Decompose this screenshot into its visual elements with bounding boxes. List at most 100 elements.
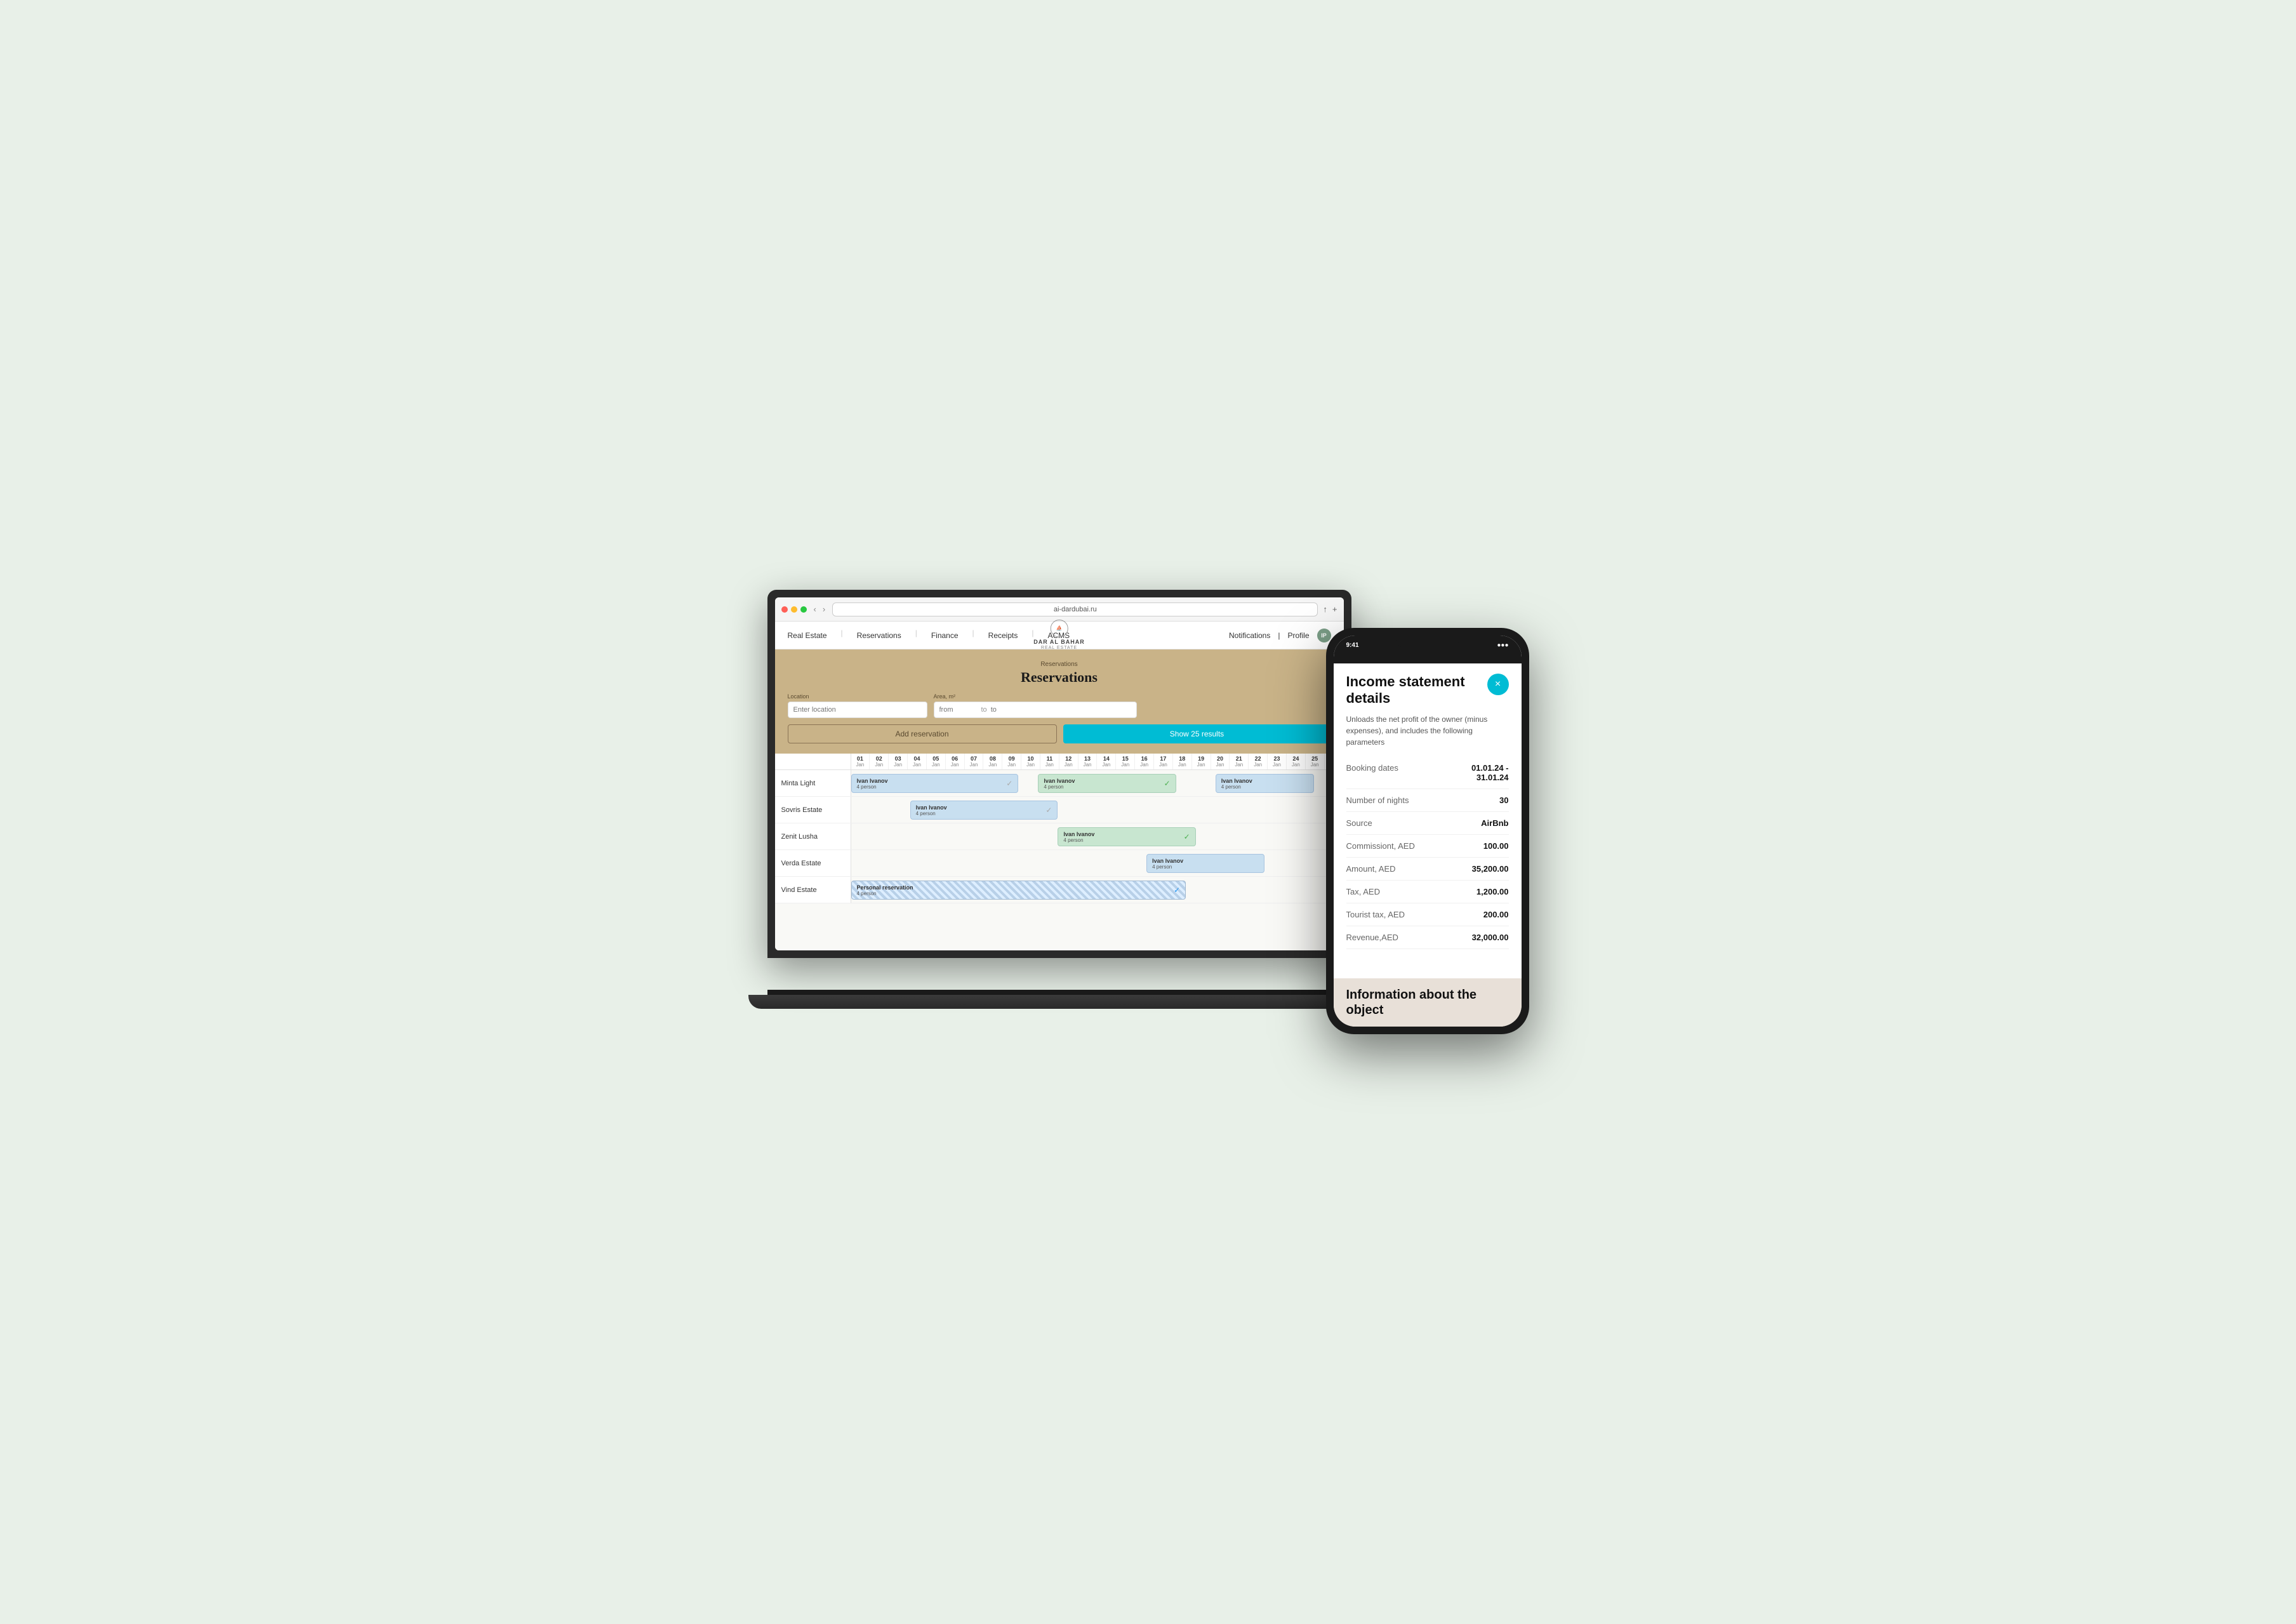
address-bar[interactable]: ai-dardubai.ru — [832, 602, 1318, 616]
add-reservation-button[interactable]: Add reservation — [788, 724, 1057, 743]
modal-description: Unloads the net profit of the owner (min… — [1346, 714, 1509, 748]
day-column: 13Jan — [1078, 754, 1098, 769]
day-month: Jan — [1079, 762, 1096, 768]
source-value: AirBnb — [1481, 818, 1508, 828]
day-column: 06Jan — [946, 754, 965, 769]
day-month: Jan — [1249, 762, 1266, 768]
reservation-block[interactable]: Ivan Ivanov 4 person ✓ — [1038, 774, 1176, 793]
nav-reservations[interactable]: Reservations — [857, 629, 901, 642]
booking-dates-label: Booking dates — [1346, 763, 1471, 773]
nav-real-estate[interactable]: Real Estate — [788, 629, 827, 642]
day-column: 23Jan — [1268, 754, 1287, 769]
page-title: Reservations — [788, 669, 1331, 686]
day-month: Jan — [870, 762, 887, 768]
day-column: 04Jan — [908, 754, 927, 769]
day-month: Jan — [1060, 762, 1077, 768]
reservation-block[interactable]: Ivan Ivanov 4 person ✓ — [851, 774, 1019, 793]
phone-content: Income statement details × Unloads the n… — [1334, 663, 1522, 978]
table-row: Verda Estate Ivan Ivanov 4 person — [775, 850, 1344, 877]
filter-row: Location Area, m² to — [788, 693, 1331, 718]
table-row: Vind Estate Personal reservation 4 perso… — [775, 877, 1344, 903]
calendar-section: 01Jan02Jan03Jan04Jan05Jan06Jan07Jan08Jan… — [775, 754, 1344, 950]
area-divider: to — [981, 706, 987, 714]
day-number: 16 — [1136, 755, 1153, 762]
modal-row-nights: Number of nights 30 — [1346, 789, 1509, 812]
day-number: 12 — [1060, 755, 1077, 762]
nights-label: Number of nights — [1346, 795, 1500, 805]
fullscreen-button-icon[interactable] — [800, 606, 807, 613]
timeline-minta-light: Ivan Ivanov 4 person ✓ Ivan Ivanov 4 per… — [851, 770, 1344, 796]
area-to-input[interactable] — [991, 706, 1029, 714]
minimize-button-icon[interactable] — [791, 606, 797, 613]
day-number: 05 — [927, 755, 945, 762]
reservation-block[interactable]: Ivan Ivanov 4 person — [1216, 774, 1314, 793]
day-month: Jan — [1003, 762, 1020, 768]
close-button-icon[interactable] — [781, 606, 788, 613]
browser-nav: ‹ › — [812, 604, 828, 614]
day-column: 01Jan — [851, 754, 870, 769]
day-month: Jan — [946, 762, 964, 768]
share-icon[interactable]: ↑ — [1323, 604, 1327, 614]
reservation-block[interactable]: Ivan Ivanov 4 person ✓ — [1058, 827, 1195, 846]
logo-sub: REAL ESTATE — [1033, 646, 1085, 651]
check-icon: ✓ — [1045, 806, 1052, 815]
reservation-persons: 4 person — [857, 891, 913, 896]
nav-divider-1: | — [841, 629, 843, 642]
area-from-input[interactable] — [939, 706, 978, 714]
day-month: Jan — [1287, 762, 1304, 768]
phone-status-bar: 9:41 ●●● — [1334, 636, 1522, 663]
day-column: 19Jan — [1192, 754, 1211, 769]
reservation-persons: 4 person — [857, 784, 888, 790]
back-icon[interactable]: ‹ — [812, 604, 818, 614]
laptop-screen: ‹ › ai-dardubai.ru ↑ + Real Estate — [775, 597, 1344, 950]
calendar-header: 01Jan02Jan03Jan04Jan05Jan06Jan07Jan08Jan… — [775, 754, 1344, 770]
day-month: Jan — [1098, 762, 1115, 768]
tourist-tax-label: Tourist tax, AED — [1346, 910, 1483, 919]
day-column: 15Jan — [1116, 754, 1135, 769]
phone: 9:41 ●●● Income statement details × Unlo… — [1326, 628, 1529, 1034]
day-month: Jan — [927, 762, 945, 768]
avatar[interactable]: IP — [1317, 629, 1331, 642]
day-number: 20 — [1212, 755, 1229, 762]
app-logo: ⛵ DAR AL BAHAR REAL ESTATE — [1033, 620, 1085, 651]
day-number: 07 — [966, 755, 983, 762]
reservation-block[interactable]: Personal reservation 4 person ✓ — [851, 881, 1186, 900]
forward-icon[interactable]: › — [821, 604, 827, 614]
modal-row-revenue: Revenue,AED 32,000.00 — [1346, 926, 1509, 949]
commission-value: 100.00 — [1483, 841, 1509, 851]
modal-close-button[interactable]: × — [1487, 674, 1509, 695]
bottom-section-title: Information about the object — [1346, 987, 1509, 1018]
reservation-block[interactable]: Ivan Ivanov 4 person — [1146, 854, 1264, 873]
amount-label: Amount, AED — [1346, 864, 1472, 874]
modal-row-tourist-tax: Tourist tax, AED 200.00 — [1346, 903, 1509, 926]
day-month: Jan — [889, 762, 906, 768]
day-number: 10 — [1022, 755, 1039, 762]
day-column: 24Jan — [1287, 754, 1306, 769]
nav-receipts[interactable]: Receipts — [988, 629, 1018, 642]
reservation-name: Ivan Ivanov — [1044, 778, 1075, 784]
location-input[interactable] — [788, 702, 927, 718]
new-tab-icon[interactable]: + — [1332, 604, 1337, 614]
timeline-zenit-lusha: Ivan Ivanov 4 person ✓ — [851, 823, 1344, 849]
day-month: Jan — [1174, 762, 1191, 768]
nights-value: 30 — [1499, 795, 1508, 805]
reservation-persons: 4 person — [916, 811, 947, 816]
day-column: 18Jan — [1173, 754, 1192, 769]
profile-link[interactable]: Profile — [1287, 631, 1309, 640]
area-label: Area, m² — [934, 693, 1137, 700]
property-name: Sovris Estate — [775, 797, 851, 823]
app-nav: Real Estate | Reservations | Finance | R… — [775, 622, 1344, 649]
property-header — [775, 754, 851, 769]
check-icon: ✓ — [1184, 832, 1190, 841]
notifications-link[interactable]: Notifications — [1229, 631, 1270, 640]
nav-finance[interactable]: Finance — [931, 629, 959, 642]
nav-divider-3: | — [972, 629, 974, 642]
day-column: 22Jan — [1249, 754, 1268, 769]
reservation-name: Ivan Ivanov — [857, 778, 888, 784]
timeline-sovris-estate: Ivan Ivanov 4 person ✓ — [851, 797, 1344, 823]
nav-right: Notifications | Profile IP — [1229, 629, 1331, 642]
property-name: Minta Light — [775, 770, 851, 796]
reservation-block[interactable]: Ivan Ivanov 4 person ✓ — [910, 801, 1058, 820]
show-results-button[interactable]: Show 25 results — [1063, 724, 1331, 743]
day-number: 02 — [870, 755, 887, 762]
